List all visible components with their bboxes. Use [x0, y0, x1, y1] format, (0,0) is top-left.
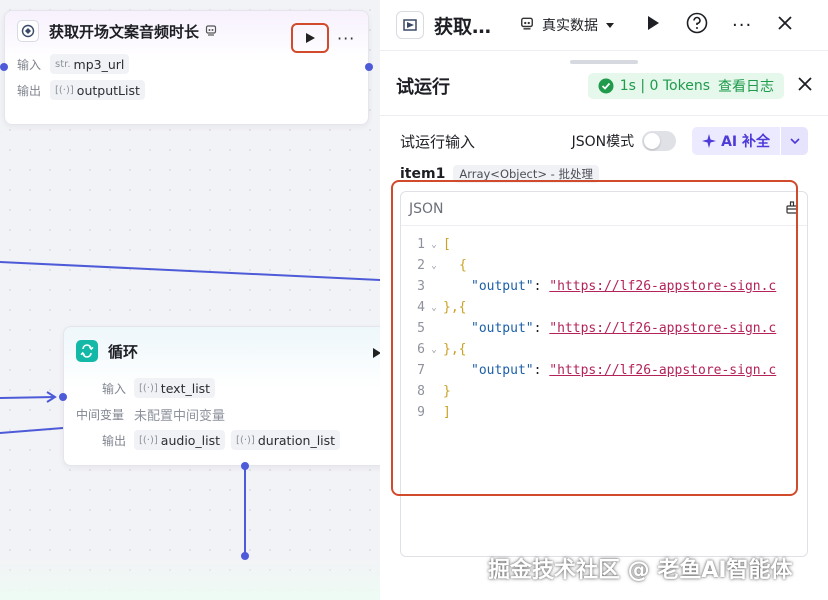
data-mode-value: 真实数据 — [542, 18, 598, 34]
output-param-chip: [(·)] audio_list — [134, 430, 226, 450]
node-output-row: 输出 [(·)] outputList — [5, 77, 368, 103]
json-mode-label: JSON模式 — [571, 134, 635, 150]
input-param-chip: str. mp3_url — [50, 54, 130, 74]
data-mode-select[interactable]: 真实数据 — [542, 15, 616, 35]
workflow-canvas[interactable]: 获取开场文案音频时长 ··· 输入 str. mp3_url 输出 [(·)] … — [0, 0, 380, 600]
node-more-icon[interactable]: ··· — [337, 29, 355, 48]
node-input-row: 输入 [(·)] text_list — [64, 375, 380, 401]
play-icon — [648, 16, 659, 30]
param-name: duration_list — [257, 432, 336, 448]
success-check-icon — [598, 78, 614, 94]
node-output-port[interactable] — [365, 63, 373, 71]
test-input-header: 试运行输入 JSON模式 AI 补全 — [400, 126, 808, 156]
param-name: mp3_url — [73, 56, 125, 72]
panel-drag-handle[interactable] — [570, 60, 638, 64]
view-log-link[interactable]: 查看日志 — [718, 76, 774, 96]
input-label: 输入 — [101, 381, 126, 396]
ai-complete-button[interactable]: AI 补全 — [692, 127, 780, 155]
input-label: 输入 — [17, 57, 42, 72]
help-icon[interactable] — [686, 12, 708, 38]
run-node-button[interactable] — [646, 15, 660, 35]
node-intermediate-row: 中间变量 未配置中间变量 — [64, 401, 380, 427]
edge-into-loop — [0, 396, 56, 399]
node-input-row: 输入 str. mp3_url — [5, 51, 368, 77]
play-icon — [373, 348, 380, 358]
run-status-badge: 1s | 0 Tokens 查看日志 — [587, 73, 784, 99]
node-title: 获取开场文案音频时长 — [49, 22, 200, 41]
plugin-icon — [396, 11, 424, 39]
run-node-button[interactable] — [291, 23, 329, 53]
edge-loop-side — [0, 427, 64, 434]
node-get-audio-duration[interactable]: 获取开场文案音频时长 ··· 输入 str. mp3_url 输出 [(·)] … — [4, 10, 369, 125]
sparkle-icon — [702, 134, 717, 148]
node-detail-header: 获取… 真实数据 ··· — [380, 0, 828, 50]
intermediate-label: 中间变量 — [76, 407, 125, 422]
node-title: 循环 — [108, 342, 139, 361]
watermark: 掘金技术社区 @ 老鱼AI智能体 — [488, 558, 793, 583]
json-mode-toggle[interactable] — [642, 131, 677, 151]
plugin-icon — [17, 20, 39, 42]
more-icon[interactable]: ··· — [732, 15, 752, 36]
canvas-bottom-tint — [0, 558, 380, 600]
output-param-chip: [(·)] duration_list — [231, 430, 341, 450]
test-input-title: 试运行输入 — [400, 132, 476, 151]
panel-divider — [380, 115, 828, 116]
node-loop[interactable]: 循环 输入 [(·)] text_list 中间变量 未配置中间变量 输出 [(… — [63, 326, 380, 466]
caret-down-icon — [606, 23, 614, 28]
param-type: [(·)] — [139, 382, 158, 394]
param-type: str. — [55, 58, 71, 70]
intermediate-value: 未配置中间变量 — [134, 408, 226, 424]
output-label: 输出 — [101, 433, 126, 448]
node-output-row: 输出 [(·)] audio_list [(·)] duration_list — [64, 427, 380, 453]
loop-input-port[interactable] — [59, 393, 67, 401]
param-name: text_list — [160, 380, 211, 396]
param-name: audio_list — [160, 432, 221, 448]
run-stats: 1s | 0 Tokens — [619, 78, 710, 94]
param-name: outputList — [76, 82, 140, 98]
ai-complete-label: AI 补全 — [721, 134, 770, 150]
output-param-chip: [(·)] outputList — [50, 80, 145, 100]
plugin-badge-icon — [205, 24, 217, 39]
annotation-highlight — [391, 180, 798, 496]
param-type: [(·)] — [55, 84, 74, 96]
input-param-chip: [(·)] text_list — [134, 378, 216, 398]
close-icon[interactable] — [778, 16, 792, 34]
ai-complete-group: AI 补全 — [692, 127, 808, 155]
panel-title: 试运行 — [396, 77, 450, 98]
loop-output-port[interactable] — [241, 462, 249, 470]
node-input-port[interactable] — [0, 63, 8, 71]
output-label: 输出 — [17, 83, 42, 98]
loop-icon — [76, 340, 98, 362]
param-type: [(·)] — [236, 434, 255, 446]
close-icon[interactable] — [798, 77, 812, 95]
header-title: 获取… — [434, 15, 492, 38]
play-icon — [306, 33, 315, 43]
edge-to-panel — [0, 261, 380, 281]
ai-options-dropdown[interactable] — [780, 127, 808, 155]
plugin-badge-icon — [520, 16, 534, 34]
run-node-button[interactable] — [372, 347, 380, 363]
param-type: [(·)] — [139, 434, 158, 446]
chevron-down-icon — [789, 138, 800, 145]
